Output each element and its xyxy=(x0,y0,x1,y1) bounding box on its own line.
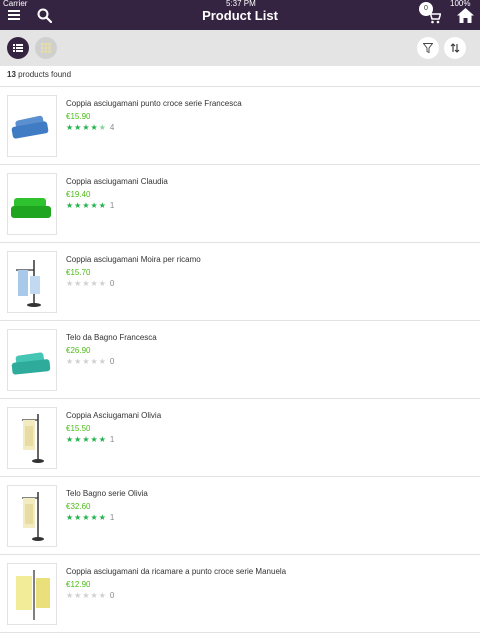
home-icon xyxy=(456,7,474,23)
product-row[interactable]: Coppia asciugamani Moira per ricamo €15.7… xyxy=(0,243,480,321)
product-rating: ★★★★★ 1 xyxy=(66,435,114,444)
product-thumbnail[interactable] xyxy=(7,563,57,625)
product-rating: ★★★★★ 4 xyxy=(66,123,114,132)
product-row[interactable]: Coppia Asciugamani Olivia €15.50 ★★★★★ 1 xyxy=(0,399,480,477)
product-price: €12.90 xyxy=(66,580,91,589)
product-name[interactable]: Coppia asciugamani Claudia xyxy=(66,177,168,186)
product-name[interactable]: Coppia asciugamani punto croce serie Fra… xyxy=(66,99,242,108)
product-rating: ★★★★★ 1 xyxy=(66,513,114,522)
star-half: ★ xyxy=(98,123,107,132)
stars-filled: ★★★★★ xyxy=(66,435,107,444)
product-row[interactable]: Coppia asciugamani Claudia €19.40 ★★★★★ 1 xyxy=(0,165,480,243)
rating-count: 0 xyxy=(109,279,115,288)
product-rating: ★★★★★ 0 xyxy=(66,279,114,288)
product-name[interactable]: Coppia asciugamani Moira per ricamo xyxy=(66,255,201,264)
carrier-label: Carrier xyxy=(3,0,28,8)
product-name[interactable]: Coppia asciugamani da ricamare a punto c… xyxy=(66,567,286,576)
rating-count: 4 xyxy=(109,123,115,132)
sort-button[interactable] xyxy=(444,37,466,59)
divider xyxy=(0,632,480,633)
grid-view-button[interactable] xyxy=(35,37,57,59)
rating-count: 0 xyxy=(109,591,115,600)
product-row[interactable]: Telo da Bagno Francesca €26.90 ★★★★★ 0 xyxy=(0,321,480,399)
view-toolbar xyxy=(0,30,480,66)
rating-count: 1 xyxy=(109,201,115,210)
product-rating: ★★★★★ 1 xyxy=(66,201,114,210)
product-rating: ★★★★★ 0 xyxy=(66,357,114,366)
product-price: €26.90 xyxy=(66,346,91,355)
home-button[interactable] xyxy=(455,6,475,24)
page-title: Product List xyxy=(202,8,278,23)
list-view-icon xyxy=(13,44,23,52)
product-price: €15.90 xyxy=(66,112,91,121)
product-row[interactable]: Coppia asciugamani da ricamare a punto c… xyxy=(0,555,480,633)
product-price: €15.70 xyxy=(66,268,91,277)
rating-count: 0 xyxy=(109,357,115,366)
stars-filled: ★★★★ xyxy=(66,123,99,132)
product-price: €32.60 xyxy=(66,502,91,511)
stars-filled: ★★★★★ xyxy=(66,513,107,522)
results-label: products found xyxy=(18,70,72,79)
rating-count: 1 xyxy=(109,435,115,444)
clock-label: 5:37 PM xyxy=(226,0,256,8)
product-thumbnail[interactable] xyxy=(7,485,57,547)
stars-filled: ★★★★★ xyxy=(66,201,107,210)
product-price: €15.50 xyxy=(66,424,91,433)
product-row[interactable]: Telo Bagno serie Olivia €32.60 ★★★★★ 1 xyxy=(0,477,480,555)
product-name[interactable]: Telo Bagno serie Olivia xyxy=(66,489,148,498)
stars-empty: ★★★★★ xyxy=(66,591,107,600)
results-number: 13 xyxy=(7,70,16,79)
product-name[interactable]: Coppia Asciugamani Olivia xyxy=(66,411,161,420)
rating-count: 1 xyxy=(109,513,115,522)
filter-button[interactable] xyxy=(417,37,439,59)
product-row[interactable]: Coppia asciugamani punto croce serie Fra… xyxy=(0,87,480,165)
product-rating: ★★★★★ 0 xyxy=(66,591,114,600)
sort-icon xyxy=(450,43,460,53)
battery-label: 100% xyxy=(450,0,471,8)
list-view-button[interactable] xyxy=(7,37,29,59)
filter-icon xyxy=(423,43,433,53)
product-thumbnail[interactable] xyxy=(7,251,57,313)
stars-empty: ★★★★★ xyxy=(66,357,107,366)
product-thumbnail[interactable] xyxy=(7,407,57,469)
product-thumbnail[interactable] xyxy=(7,173,57,235)
product-thumbnail[interactable] xyxy=(7,329,57,391)
product-thumbnail[interactable] xyxy=(7,95,57,157)
product-name[interactable]: Telo da Bagno Francesca xyxy=(66,333,157,342)
product-price: €19.40 xyxy=(66,190,91,199)
grid-view-icon xyxy=(41,43,51,53)
status-bar: Carrier 5:37 PM 100% xyxy=(0,0,480,8)
results-count: 13 products found xyxy=(7,70,71,79)
stars-empty: ★★★★★ xyxy=(66,279,107,288)
